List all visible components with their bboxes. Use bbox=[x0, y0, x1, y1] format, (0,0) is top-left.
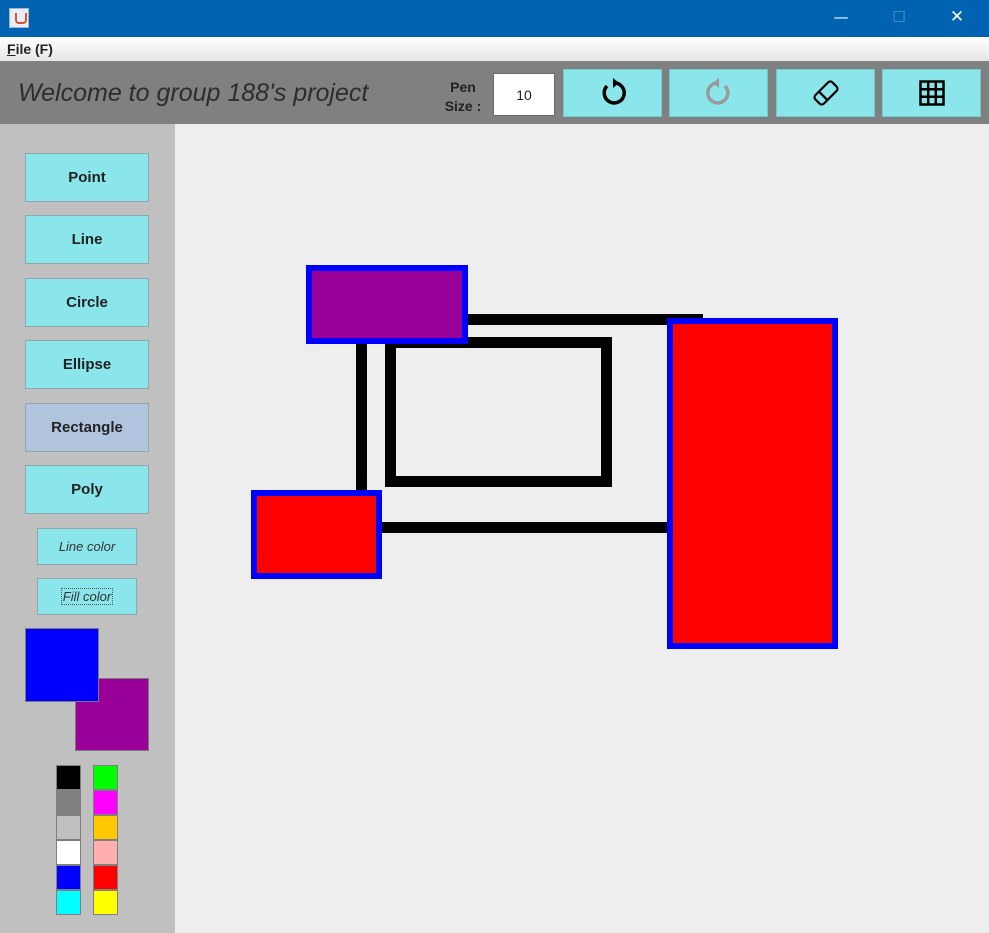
tool-poly-button[interactable]: Poly bbox=[25, 465, 149, 514]
undo-icon bbox=[601, 78, 626, 105]
title-bar: — ☐ ✕ bbox=[0, 0, 989, 37]
palette-color-swatch[interactable] bbox=[93, 890, 118, 915]
maximize-button[interactable]: ☐ bbox=[876, 0, 922, 37]
pen-size-input[interactable] bbox=[493, 73, 555, 116]
eraser-button[interactable] bbox=[776, 69, 875, 117]
line-color-button[interactable]: Line color bbox=[37, 528, 137, 565]
canvas-shape-rect-red-tall[interactable] bbox=[667, 318, 838, 649]
drawing-canvas[interactable] bbox=[175, 124, 989, 933]
pen-label-line2: Size : bbox=[444, 98, 482, 114]
pen-size-label: Pen Size : bbox=[438, 78, 488, 116]
grid-button[interactable] bbox=[882, 69, 981, 117]
tool-rectangle-button[interactable]: Rectangle bbox=[25, 403, 149, 452]
palette-color-swatch[interactable] bbox=[93, 815, 118, 840]
palette-color-swatch[interactable] bbox=[93, 865, 118, 890]
undo-button[interactable] bbox=[563, 69, 662, 117]
minimize-button[interactable]: — bbox=[818, 0, 864, 37]
redo-button[interactable] bbox=[669, 69, 768, 117]
java-app-icon bbox=[9, 8, 29, 28]
current-line-color-swatch[interactable] bbox=[25, 628, 99, 702]
grid-icon bbox=[918, 80, 945, 106]
eraser-icon bbox=[812, 80, 839, 106]
pen-label-line1: Pen bbox=[450, 79, 476, 95]
canvas-shape-rect-inner[interactable] bbox=[385, 337, 612, 487]
fill-color-label: Fill color bbox=[60, 588, 114, 605]
palette-color-swatch[interactable] bbox=[56, 765, 81, 790]
welcome-title: Welcome to group 188's project bbox=[18, 79, 369, 107]
menu-file[interactable]: File (F) bbox=[7, 41, 53, 57]
palette-color-swatch[interactable] bbox=[56, 790, 81, 815]
tool-sidebar: Point Line Circle Ellipse Rectangle Poly… bbox=[0, 124, 175, 933]
canvas-shape-rect-red-small[interactable] bbox=[251, 490, 382, 579]
palette-color-swatch[interactable] bbox=[56, 890, 81, 915]
tool-ellipse-button[interactable]: Ellipse bbox=[25, 340, 149, 389]
palette-color-swatch[interactable] bbox=[93, 840, 118, 865]
tool-circle-button[interactable]: Circle bbox=[25, 278, 149, 327]
palette-color-swatch[interactable] bbox=[56, 840, 81, 865]
palette-color-swatch[interactable] bbox=[93, 790, 118, 815]
menu-file-label: ile (F) bbox=[15, 41, 53, 57]
close-button[interactable]: ✕ bbox=[934, 0, 980, 37]
redo-icon bbox=[705, 78, 730, 105]
toolbar: Welcome to group 188's project Pen Size … bbox=[0, 61, 989, 124]
palette-color-swatch[interactable] bbox=[93, 765, 118, 790]
tool-line-button[interactable]: Line bbox=[25, 215, 149, 264]
menu-bar: File (F) bbox=[0, 37, 989, 61]
tool-point-button[interactable]: Point bbox=[25, 153, 149, 202]
palette-color-swatch[interactable] bbox=[56, 815, 81, 840]
menu-file-mnemonic: F bbox=[7, 41, 16, 57]
canvas-shape-rect-purple[interactable] bbox=[306, 265, 468, 344]
palette-color-swatch[interactable] bbox=[56, 865, 81, 890]
fill-color-button[interactable]: Fill color bbox=[37, 578, 137, 615]
